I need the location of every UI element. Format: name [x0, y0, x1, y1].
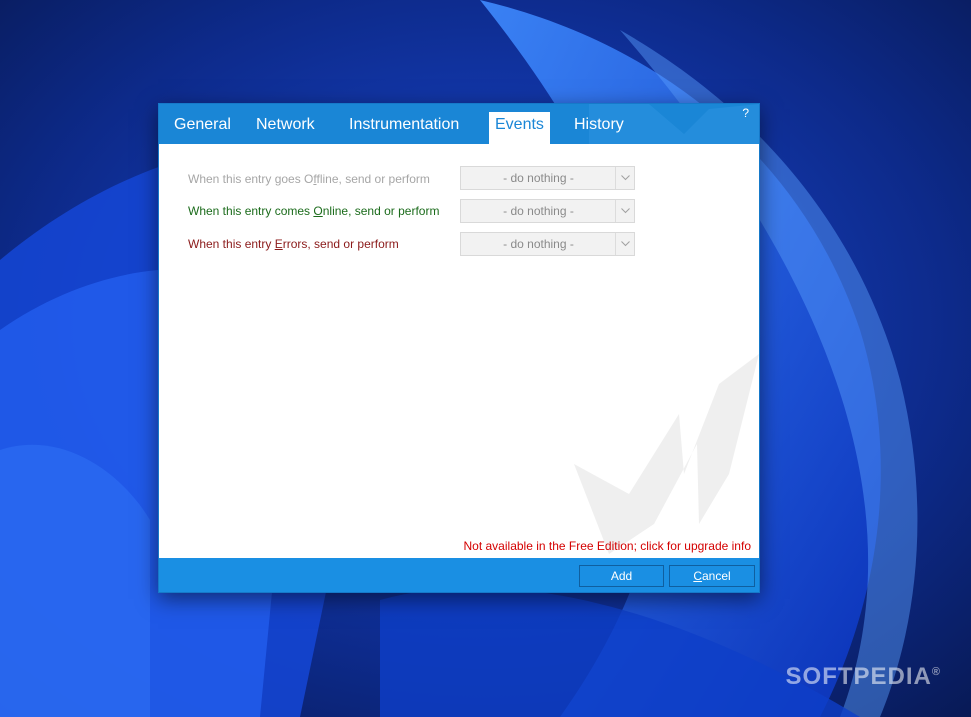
- softpedia-watermark: SOFTPEDIA®: [785, 663, 941, 690]
- tab-instrumentation[interactable]: Instrumentation: [349, 104, 459, 144]
- offline-action-value: - do nothing -: [503, 171, 574, 185]
- chevron-down-icon: [615, 167, 634, 189]
- online-action-value: - do nothing -: [503, 204, 574, 218]
- tab-general[interactable]: General: [174, 104, 231, 144]
- errors-event-label: When this entry Errors, send or perform: [188, 237, 399, 251]
- tab-history[interactable]: History: [574, 104, 624, 144]
- dialog-footer: Add Cancel: [159, 558, 759, 592]
- tab-bar: General Network Instrumentation Events H…: [159, 104, 759, 144]
- app-logo-watermark: [574, 354, 759, 554]
- chevron-down-icon: [615, 233, 634, 255]
- online-action-select[interactable]: - do nothing -: [460, 199, 635, 223]
- online-event-label: When this entry comes Online, send or pe…: [188, 204, 440, 218]
- errors-action-select[interactable]: - do nothing -: [460, 232, 635, 256]
- chevron-down-icon: [615, 200, 634, 222]
- offline-action-select[interactable]: - do nothing -: [460, 166, 635, 190]
- errors-action-value: - do nothing -: [503, 237, 574, 251]
- tab-events[interactable]: Events: [489, 112, 550, 144]
- cancel-button[interactable]: Cancel: [669, 565, 755, 587]
- tab-network[interactable]: Network: [256, 104, 315, 144]
- upgrade-notice-link[interactable]: Not available in the Free Edition; click…: [464, 539, 752, 553]
- add-button[interactable]: Add: [579, 565, 664, 587]
- offline-event-label: When this entry goes Offline, send or pe…: [188, 172, 430, 186]
- help-button[interactable]: ?: [742, 106, 749, 120]
- events-dialog: General Network Instrumentation Events H…: [158, 103, 760, 593]
